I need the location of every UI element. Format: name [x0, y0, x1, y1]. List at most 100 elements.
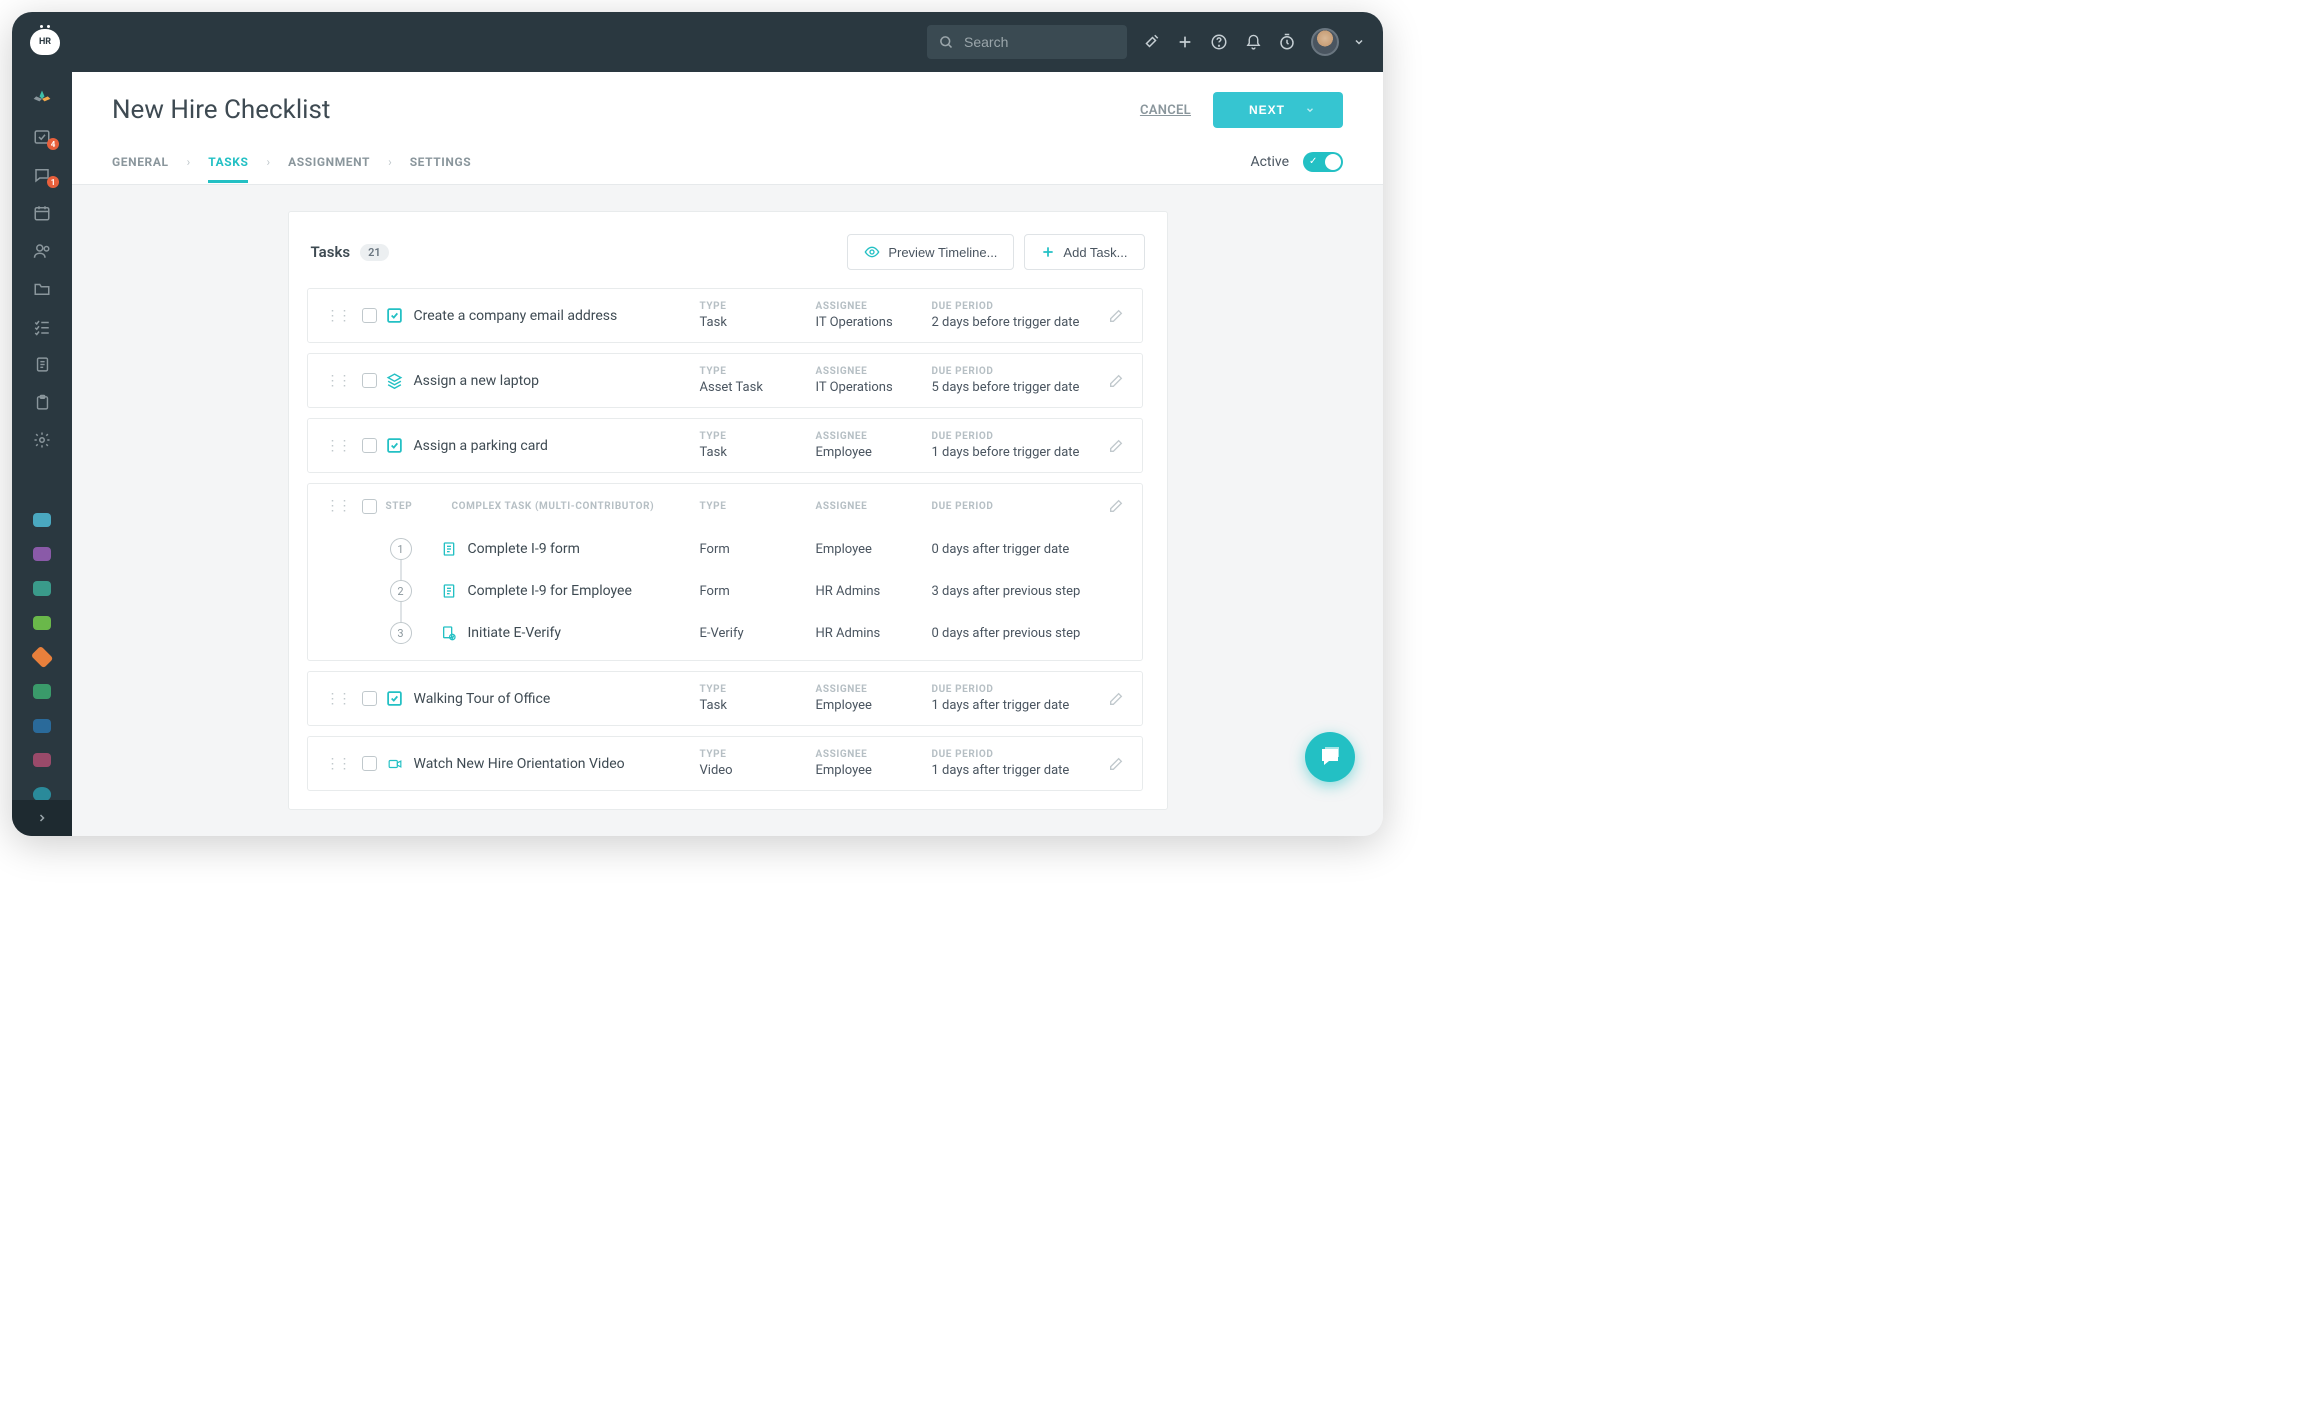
topbar: HR — [12, 12, 1383, 72]
add-task-button[interactable]: Add Task... — [1024, 234, 1144, 270]
brand-badge[interactable]: HR — [30, 29, 60, 55]
sidebar-item-calendar[interactable] — [31, 204, 53, 222]
video-icon — [386, 755, 404, 773]
task-title: Assign a parking card — [414, 438, 694, 454]
drag-handle-icon[interactable]: ⋮⋮ — [326, 756, 356, 772]
user-menu-chevron-icon[interactable] — [1353, 36, 1365, 48]
drag-handle-icon[interactable]: ⋮⋮ — [326, 691, 356, 707]
plus-icon[interactable] — [1175, 32, 1195, 52]
search-input[interactable] — [964, 34, 1145, 50]
edit-icon[interactable] — [1108, 756, 1124, 772]
help-icon[interactable] — [1209, 32, 1229, 52]
step-number: 3 — [390, 622, 412, 644]
edit-icon[interactable] — [1108, 373, 1124, 389]
type-label: TYPE — [700, 301, 810, 312]
cancel-button[interactable]: CANCEL — [1140, 103, 1191, 118]
drag-handle-icon[interactable]: ⋮⋮ — [326, 373, 356, 389]
type-label: TYPE — [700, 749, 810, 760]
sidebar-item-check[interactable]: 4 — [31, 128, 53, 146]
drag-handle-icon[interactable]: ⋮⋮ — [326, 308, 356, 324]
edit-icon[interactable] — [1108, 308, 1124, 324]
due-value: 0 days after previous step — [932, 626, 1092, 641]
task-checkbox[interactable] — [362, 691, 377, 706]
task-title: Assign a new laptop — [414, 373, 694, 389]
app-frame: HR — [12, 12, 1383, 836]
assignee-label: ASSIGNEE — [816, 749, 926, 760]
task-row[interactable]: ⋮⋮ Walking Tour of Office TYPETask ASSIG… — [307, 671, 1143, 726]
sidebar-item-clipboard[interactable] — [31, 394, 53, 412]
edit-icon[interactable] — [1108, 498, 1124, 514]
sidebar-expand-button[interactable] — [12, 800, 72, 836]
next-label: NEXT — [1249, 103, 1285, 117]
task-checkbox[interactable] — [362, 373, 377, 388]
preview-label: Preview Timeline... — [888, 245, 997, 260]
task-checkbox[interactable] — [362, 438, 377, 453]
chat-fab[interactable] — [1305, 732, 1355, 782]
assignee-value: HR Admins — [816, 626, 926, 641]
due-label: DUE PERIOD — [932, 431, 1092, 442]
app-tile[interactable] — [31, 646, 54, 669]
app-tile[interactable] — [33, 547, 51, 561]
app-tile[interactable] — [33, 719, 51, 733]
timer-icon[interactable] — [1277, 32, 1297, 52]
task-row[interactable]: ⋮⋮ Assign a parking card TYPETask ASSIGN… — [307, 418, 1143, 473]
complex-task-row[interactable]: ⋮⋮ STEP COMPLEX TASK (MULTI-CONTRIBUTOR)… — [307, 483, 1143, 661]
app-tile[interactable] — [33, 684, 51, 698]
drag-handle-icon[interactable]: ⋮⋮ — [326, 438, 356, 454]
task-row[interactable]: ⋮⋮ Create a company email address TYPETa… — [307, 288, 1143, 343]
status-toggle[interactable]: ✓ — [1303, 152, 1343, 172]
tab-assignment[interactable]: ASSIGNMENT — [288, 141, 370, 183]
step-number: 1 — [390, 538, 412, 560]
sidebar-item-folder[interactable] — [31, 280, 53, 298]
assignee-value: HR Admins — [816, 584, 926, 599]
sidebar-item-gear[interactable] — [31, 431, 53, 449]
avatar[interactable] — [1311, 28, 1339, 56]
task-list[interactable]: ⋮⋮ Create a company email address TYPETa… — [307, 288, 1149, 801]
edit-icon[interactable] — [1108, 691, 1124, 707]
type-value: Video — [700, 763, 810, 778]
stack-icon — [386, 372, 404, 390]
next-button[interactable]: NEXT — [1213, 92, 1343, 128]
task-title: Walking Tour of Office — [414, 691, 694, 707]
bell-icon[interactable] — [1243, 32, 1263, 52]
due-value: 3 days after previous step — [932, 584, 1092, 599]
edit-icon[interactable] — [1108, 438, 1124, 454]
task-checkbox[interactable] — [362, 499, 377, 514]
sidebar-item-chat[interactable]: 1 — [31, 166, 53, 184]
form-icon — [440, 582, 458, 600]
app-tile[interactable] — [33, 581, 51, 595]
task-checkbox[interactable] — [362, 756, 377, 771]
app-tile[interactable] — [33, 616, 51, 630]
task-row[interactable]: ⋮⋮ Assign a new laptop TYPEAsset Task AS… — [307, 353, 1143, 408]
assignee-label: ASSIGNEE — [816, 366, 926, 377]
plus-icon — [1041, 245, 1055, 259]
task-row[interactable]: ⋮⋮ Watch New Hire Orientation Video TYPE… — [307, 736, 1143, 791]
panel-title: Tasks — [311, 243, 351, 261]
due-value: 1 days before trigger date — [932, 445, 1092, 460]
page-top: New Hire Checklist CANCEL NEXT GENERAL ›… — [72, 72, 1383, 185]
tab-settings[interactable]: SETTINGS — [410, 141, 472, 183]
preview-timeline-button[interactable]: Preview Timeline... — [847, 234, 1014, 270]
tab-general[interactable]: GENERAL — [112, 141, 169, 183]
due-label: DUE PERIOD — [932, 301, 1092, 312]
content: New Hire Checklist CANCEL NEXT GENERAL ›… — [72, 72, 1383, 836]
sidebar-item-home[interactable] — [31, 88, 53, 108]
step-row: 1 Complete I-9 form Form Employee 0 days… — [326, 528, 1124, 570]
status-label: Active — [1250, 154, 1289, 170]
type-value: Form — [700, 584, 810, 599]
drag-handle-icon[interactable]: ⋮⋮ — [326, 498, 356, 514]
sidebar-item-checklist[interactable] — [31, 318, 53, 336]
sidebar-item-people[interactable] — [31, 242, 53, 260]
app-tile[interactable] — [33, 513, 51, 527]
sidebar-item-doc[interactable] — [31, 356, 53, 374]
search-box[interactable] — [927, 25, 1127, 59]
task-checkbox[interactable] — [362, 308, 377, 323]
verify-icon — [440, 624, 458, 642]
due-label: DUE PERIOD — [932, 684, 1092, 695]
type-value: Asset Task — [700, 380, 810, 395]
wrench-icon[interactable] — [1141, 32, 1161, 52]
type-label: TYPE — [700, 501, 810, 512]
app-tile[interactable] — [33, 753, 51, 767]
tab-tasks[interactable]: TASKS — [208, 141, 248, 183]
form-icon — [440, 540, 458, 558]
